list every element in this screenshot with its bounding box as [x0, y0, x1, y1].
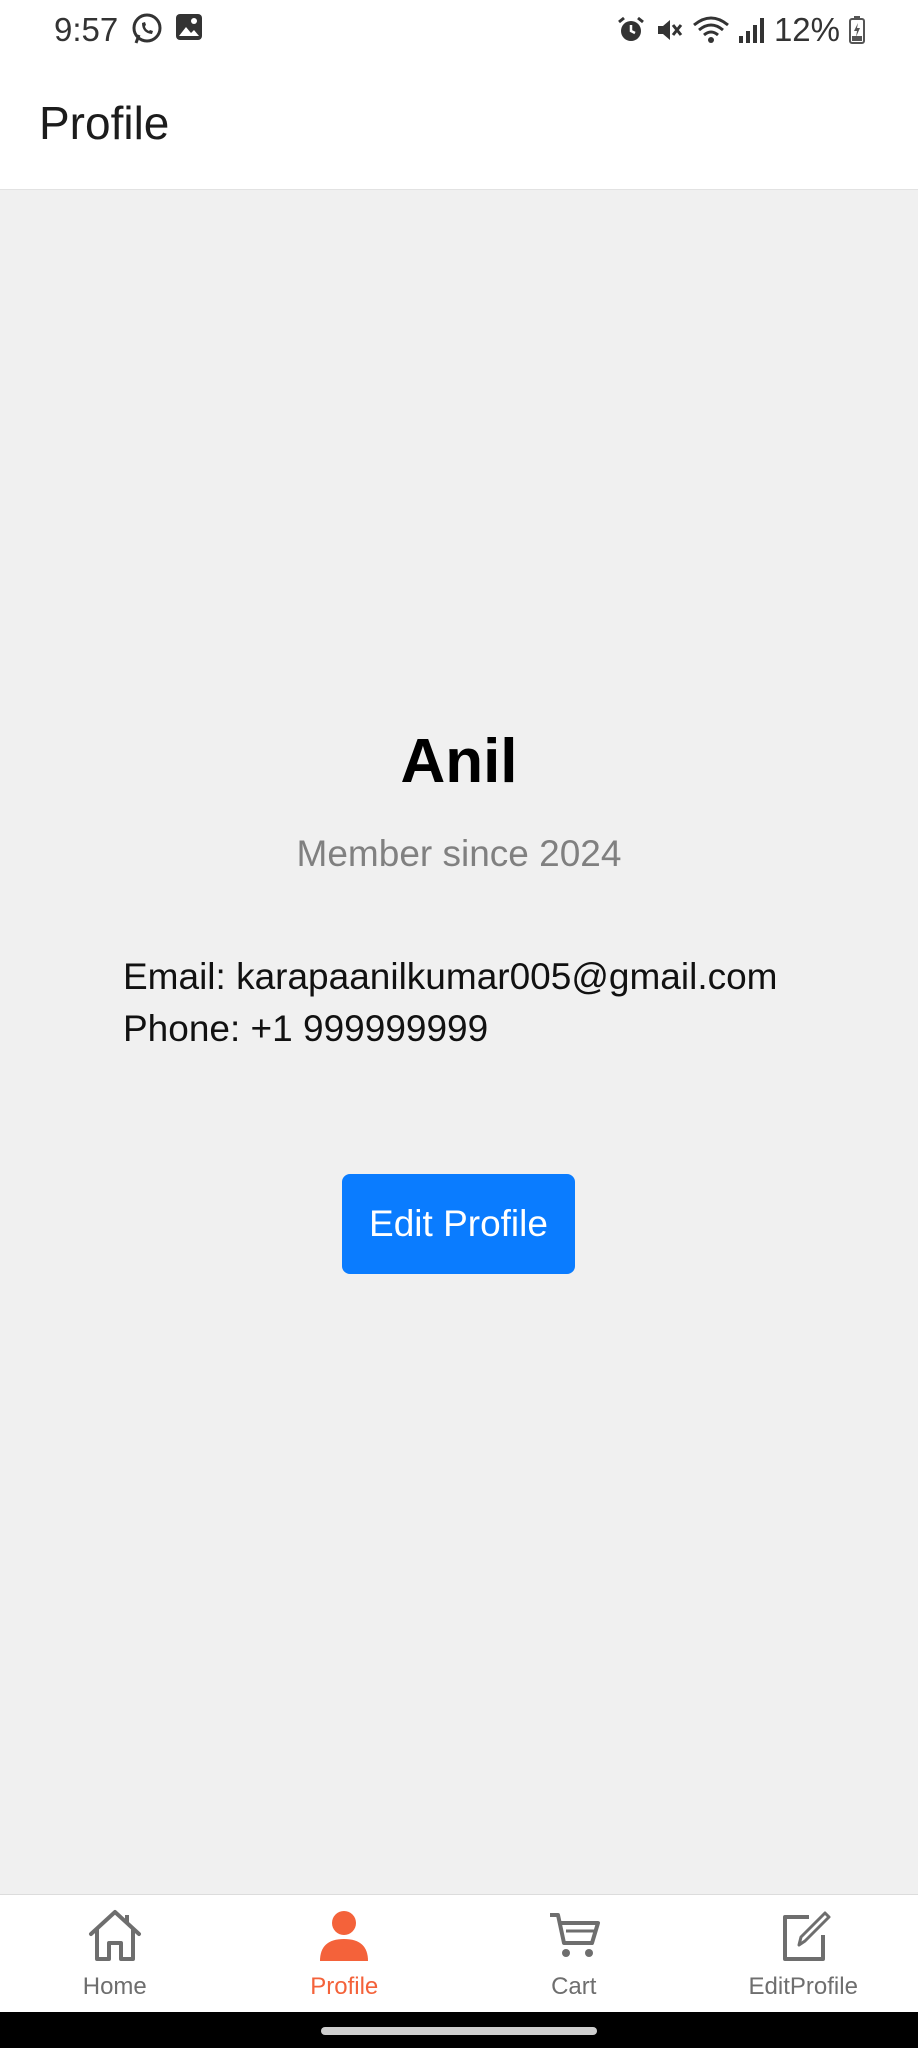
- alarm-icon: [616, 15, 646, 45]
- nav-item-cart[interactable]: Cart: [459, 1895, 689, 2013]
- nav-label-profile: Profile: [310, 1973, 379, 2000]
- battery-icon: [848, 15, 866, 45]
- gesture-handle[interactable]: [321, 2027, 597, 2035]
- status-time: 9:57: [54, 11, 119, 48]
- nav-item-editprofile[interactable]: EditProfile: [689, 1895, 918, 2013]
- phone-text: Phone: +1 999999999: [123, 1008, 489, 1049]
- status-right: 12%: [616, 10, 866, 50]
- mute-icon: [654, 15, 684, 45]
- nav-item-profile[interactable]: Profile: [230, 1895, 460, 2013]
- wifi-icon: [692, 15, 730, 45]
- status-left-icons: [130, 12, 204, 46]
- user-name: Anil: [400, 727, 518, 796]
- nav-label-home: Home: [82, 1973, 147, 2000]
- home-icon: [85, 1905, 145, 1965]
- edit-profile-button[interactable]: Edit Profile: [342, 1174, 575, 1274]
- whatsapp-icon: [130, 12, 164, 46]
- bottom-nav: Home Profile Cart EditProfile: [0, 1894, 918, 2013]
- battery-percent: 12%: [773, 11, 840, 48]
- nav-label-editprofile: EditProfile: [748, 1973, 858, 2000]
- person-icon: [314, 1905, 374, 1965]
- edit-icon: [773, 1905, 833, 1965]
- cart-icon: [544, 1905, 604, 1965]
- profile-screen: 9:57 12% Profile Anil Member since 2024 …: [0, 0, 918, 2048]
- signal-icon: [738, 15, 766, 45]
- member-since: Member since 2024: [296, 833, 622, 874]
- email-text: Email: karapaanilkumar005@gmail.com: [123, 956, 778, 997]
- nav-label-cart: Cart: [551, 1973, 597, 2000]
- gallery-icon: [174, 12, 204, 46]
- app-header: Profile: [0, 60, 918, 190]
- status-bar: 9:57 12%: [0, 0, 918, 60]
- nav-item-home[interactable]: Home: [0, 1895, 230, 2013]
- page-title: Profile: [39, 97, 170, 149]
- system-gesture-area: [0, 2012, 918, 2048]
